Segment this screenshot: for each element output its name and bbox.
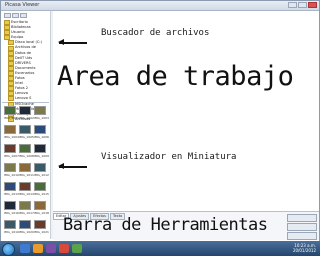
window-controls bbox=[288, 2, 317, 8]
window-title: Picasa Viewer bbox=[5, 2, 40, 8]
annotation-file-browser: Buscador de archivos bbox=[101, 28, 210, 38]
thumbnail-image[interactable] bbox=[4, 106, 16, 115]
thumbnail-image[interactable] bbox=[4, 125, 16, 134]
thumbnail-image[interactable] bbox=[4, 182, 16, 191]
left-panel: Escritorio Bibliotecas Usuario Equipo Disco … bbox=[2, 11, 51, 239]
thumbnail-image[interactable] bbox=[4, 220, 16, 229]
annotation-toolbar: Barra de Herramientas bbox=[63, 215, 268, 235]
thumbnail-image[interactable] bbox=[4, 144, 16, 153]
arrow-left-icon bbox=[58, 163, 87, 169]
tool-side-buttons bbox=[287, 214, 317, 241]
app-window: Picasa Viewer Escritorio Bibliotecas Usuar… bbox=[0, 0, 320, 248]
app-icon[interactable] bbox=[72, 244, 82, 253]
thumbnail-caption: IMG_1004 bbox=[4, 135, 19, 139]
thumbnail-image[interactable] bbox=[4, 163, 16, 172]
tool-panel: Editar Ajustes Efectos Texto Barra de Herra… bbox=[53, 211, 319, 240]
thumbnail-image[interactable] bbox=[19, 106, 31, 115]
thumbnail-image[interactable] bbox=[19, 220, 31, 229]
forward-button[interactable] bbox=[12, 13, 19, 18]
tool-button[interactable] bbox=[287, 232, 317, 240]
folder-tree[interactable]: Escritorio Bibliotecas Usuario Equipo Disco … bbox=[2, 20, 49, 122]
thumbnail-caption: IMG_1002 bbox=[19, 116, 34, 120]
thumbnail-image[interactable] bbox=[34, 201, 46, 210]
thumbnail-caption: IMG_1001 bbox=[4, 116, 19, 120]
thumbnail-caption: IMG_1014 bbox=[19, 192, 34, 196]
thumbnail-caption: IMG_1017 bbox=[19, 211, 34, 215]
thumbnail-image[interactable] bbox=[34, 220, 46, 229]
picasa-icon[interactable] bbox=[46, 244, 56, 253]
thumbnail-image[interactable] bbox=[34, 163, 46, 172]
taskbar: 10:23 a.m. 20/01/2012 bbox=[0, 241, 320, 256]
media-icon[interactable] bbox=[33, 244, 43, 253]
thumbnail-caption: IMG_1012 bbox=[34, 173, 49, 177]
thumbnail-image[interactable] bbox=[19, 201, 31, 210]
thumbnail-caption: IMG_1008 bbox=[19, 154, 34, 158]
thumbnail-caption: IMG_1007 bbox=[4, 154, 19, 158]
start-button-icon[interactable] bbox=[2, 243, 15, 256]
thumbnail-caption: IMG_1011 bbox=[19, 173, 34, 177]
minimize-button[interactable] bbox=[288, 2, 297, 8]
thumbnail-image[interactable] bbox=[19, 125, 31, 134]
arrow-left-icon bbox=[58, 39, 87, 45]
thumbnail-image[interactable] bbox=[34, 106, 46, 115]
work-area[interactable]: Buscador de archivos Area de trabajo Vis… bbox=[53, 11, 319, 211]
thumbnail-caption: IMG_1010 bbox=[4, 173, 19, 177]
thumbnail-caption: IMG_1013 bbox=[4, 192, 19, 196]
explorer-icon[interactable] bbox=[20, 244, 30, 253]
thumbnail-caption: IMG_1018 bbox=[34, 211, 49, 215]
tool-button[interactable] bbox=[287, 223, 317, 231]
title-bar: Picasa Viewer bbox=[1, 1, 319, 11]
thumbnail-image[interactable] bbox=[34, 144, 46, 153]
thumbnail-image[interactable] bbox=[19, 144, 31, 153]
clock-date: 20/01/2012 bbox=[292, 248, 316, 253]
thumbnail-image[interactable] bbox=[34, 125, 46, 134]
thumbnail-caption: IMG_1005 bbox=[19, 135, 34, 139]
thumbnail-caption: IMG_1020 bbox=[19, 230, 34, 234]
navigation-buttons bbox=[4, 13, 27, 18]
maximize-button[interactable] bbox=[298, 2, 307, 8]
annotation-thumbnail-viewer: Visualizador en Miniatura bbox=[101, 152, 237, 162]
close-button[interactable] bbox=[308, 2, 317, 8]
system-clock[interactable]: 10:23 a.m. 20/01/2012 bbox=[293, 243, 316, 253]
thumbnail-caption: IMG_1009 bbox=[34, 154, 49, 158]
thumbnail-caption: IMG_1015 bbox=[34, 192, 49, 196]
thumbnail-image[interactable] bbox=[34, 182, 46, 191]
tool-button[interactable] bbox=[287, 214, 317, 222]
thumbnail-caption: IMG_1019 bbox=[4, 230, 19, 234]
thumbnail-caption: IMG_1003 bbox=[34, 116, 49, 120]
annotation-work-area: Area de trabajo bbox=[57, 61, 294, 92]
thumbnail-caption: IMG_1006 bbox=[34, 135, 49, 139]
thumbnail-image[interactable] bbox=[19, 163, 31, 172]
up-button[interactable] bbox=[20, 13, 27, 18]
thumbnail-viewer[interactable]: IMG_1001 IMG_1002 IMG_1003 IMG_1004 IMG_1005… bbox=[2, 104, 49, 238]
thumbnail-image[interactable] bbox=[4, 201, 16, 210]
back-button[interactable] bbox=[4, 13, 11, 18]
thumbnail-image[interactable] bbox=[19, 182, 31, 191]
thumbnail-caption: IMG_1016 bbox=[4, 211, 19, 215]
browser-icon[interactable] bbox=[59, 244, 69, 253]
thumbnail-caption: IMG_1021 bbox=[34, 230, 49, 234]
